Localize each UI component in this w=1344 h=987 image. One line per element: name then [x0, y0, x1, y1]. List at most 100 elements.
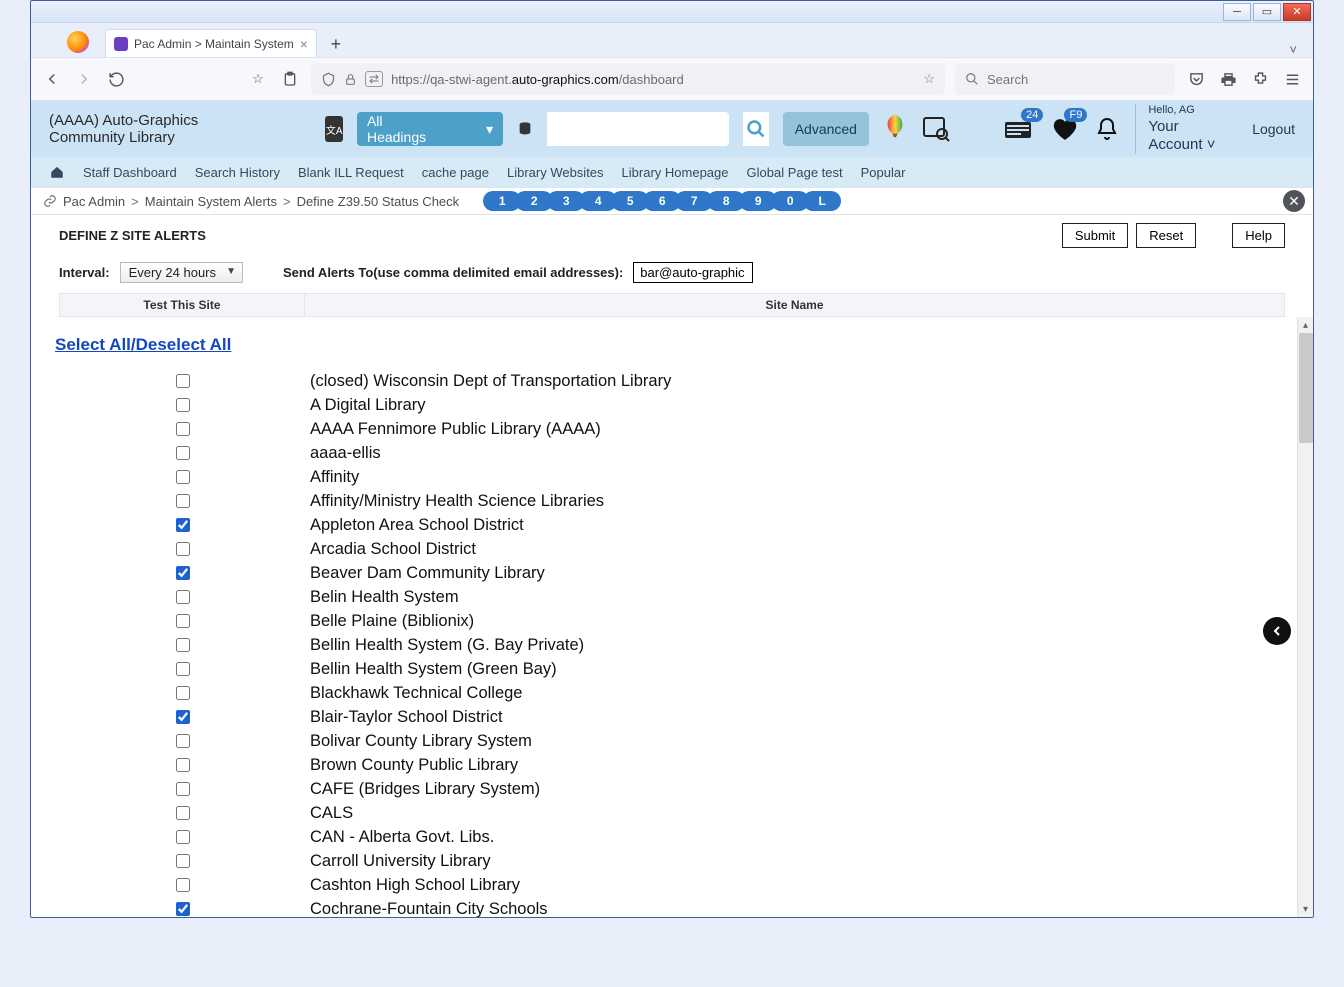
site-checkbox[interactable]	[176, 806, 190, 820]
browser-tab-active[interactable]: Pac Admin > Maintain System ×	[105, 29, 317, 57]
interval-select[interactable]: Every 24 hours	[120, 262, 243, 283]
clipboard-icon[interactable]	[279, 71, 301, 87]
table-row: Appleton Area School District	[55, 513, 1289, 537]
search-icon	[965, 72, 979, 86]
url-bar[interactable]: ⇄ https://qa-stwi-agent.auto-graphics.co…	[311, 63, 945, 95]
nav-link[interactable]: Blank ILL Request	[298, 165, 404, 180]
logout-link[interactable]: Logout	[1252, 121, 1295, 137]
bookmark-star-icon[interactable]: ☆	[923, 71, 935, 87]
reload-button[interactable]	[105, 71, 127, 88]
table-row: (closed) Wisconsin Dept of Transportatio…	[55, 369, 1289, 393]
advanced-search-button[interactable]: Advanced	[783, 112, 869, 146]
favorites-icon[interactable]: F9	[1051, 114, 1079, 144]
site-checkbox[interactable]	[176, 854, 190, 868]
site-name: Blackhawk Technical College	[310, 684, 522, 703]
site-checkbox[interactable]	[176, 374, 190, 388]
help-button[interactable]: Help	[1232, 223, 1285, 248]
table-row: AAAA Fennimore Public Library (AAAA)	[55, 417, 1289, 441]
window-maximize-button[interactable]: ▭	[1253, 3, 1281, 21]
site-name: CALS	[310, 804, 353, 823]
scroll-up-icon[interactable]: ▴	[1298, 317, 1313, 333]
back-button[interactable]	[41, 70, 63, 88]
site-checkbox[interactable]	[176, 734, 190, 748]
new-tab-button[interactable]: +	[323, 31, 349, 57]
browser-search-box[interactable]	[955, 63, 1175, 95]
language-icon[interactable]: 文A	[325, 116, 343, 142]
nav-link[interactable]: Library Homepage	[622, 165, 729, 180]
forward-button[interactable]	[73, 70, 95, 88]
app-search-button[interactable]	[743, 112, 769, 146]
window-minimize-button[interactable]: ─	[1223, 3, 1251, 21]
site-checkbox[interactable]	[176, 830, 190, 844]
site-checkbox[interactable]	[176, 446, 190, 460]
print-icon[interactable]	[1217, 71, 1239, 88]
table-row: aaaa-ellis	[55, 441, 1289, 465]
site-checkbox[interactable]	[176, 662, 190, 676]
home-icon[interactable]	[49, 165, 65, 179]
balloon-icon[interactable]	[883, 114, 906, 144]
site-checkbox[interactable]	[176, 542, 190, 556]
library-name: (AAAA) Auto-Graphics Community Library	[49, 112, 237, 146]
breadcrumb-item[interactable]: Maintain System Alerts	[145, 194, 277, 209]
scroll-thumb[interactable]	[1299, 333, 1313, 443]
table-row: CALS	[55, 801, 1289, 825]
tab-close-icon[interactable]: ×	[300, 37, 308, 51]
account-menu[interactable]: Hello, AG Your Account ˅	[1135, 104, 1226, 153]
site-checkbox[interactable]	[176, 758, 190, 772]
select-all-link[interactable]: Select All/Deselect All	[55, 335, 231, 355]
headings-dropdown[interactable]: All Headings ▾	[357, 112, 503, 146]
collapse-sidebar-button[interactable]	[1263, 617, 1291, 645]
tab-history-button[interactable]: ˅	[1289, 42, 1305, 57]
site-checkbox[interactable]	[176, 398, 190, 412]
step-pill[interactable]: L	[803, 191, 841, 211]
vertical-scrollbar[interactable]: ▴ ▾	[1297, 317, 1313, 917]
step-pills: 1234567890L	[483, 191, 841, 211]
pocket-icon[interactable]	[1185, 71, 1207, 88]
notifications-icon[interactable]	[1095, 114, 1119, 144]
reset-button[interactable]: Reset	[1136, 223, 1196, 248]
scroll-down-icon[interactable]: ▾	[1298, 901, 1313, 917]
admin-search-icon[interactable]	[922, 114, 950, 144]
database-icon[interactable]	[517, 120, 533, 138]
table-row: CAN - Alberta Govt. Libs.	[55, 825, 1289, 849]
send-alerts-input[interactable]	[633, 262, 753, 283]
nav-link[interactable]: Popular	[861, 165, 906, 180]
site-checkbox[interactable]	[176, 422, 190, 436]
site-checkbox[interactable]	[176, 590, 190, 604]
breadcrumb-item[interactable]: Define Z39.50 Status Check	[297, 194, 460, 209]
app-search-input[interactable]	[557, 121, 719, 137]
lists-icon[interactable]: 24	[1005, 114, 1035, 144]
nav-link[interactable]: Global Page test	[747, 165, 843, 180]
close-panel-button[interactable]: ✕	[1283, 190, 1305, 212]
site-checkbox[interactable]	[176, 710, 190, 724]
site-checkbox[interactable]	[176, 566, 190, 580]
window-close-button[interactable]: ✕	[1283, 3, 1311, 21]
chevron-down-icon: ▾	[486, 121, 493, 138]
site-checkbox[interactable]	[176, 686, 190, 700]
site-name: aaaa-ellis	[310, 444, 381, 463]
site-checkbox[interactable]	[176, 902, 190, 916]
window-titlebar: ─ ▭ ✕	[31, 1, 1313, 23]
site-checkbox[interactable]	[176, 494, 190, 508]
breadcrumb-item[interactable]: Pac Admin	[63, 194, 125, 209]
headings-label: All Headings	[367, 113, 426, 145]
site-checkbox[interactable]	[176, 782, 190, 796]
nav-link[interactable]: Search History	[195, 165, 280, 180]
nav-link[interactable]: cache page	[422, 165, 489, 180]
nav-link[interactable]: Library Websites	[507, 165, 604, 180]
site-checkbox[interactable]	[176, 518, 190, 532]
nav-link[interactable]: Staff Dashboard	[83, 165, 177, 180]
site-checkbox[interactable]	[176, 878, 190, 892]
site-checkbox[interactable]	[176, 638, 190, 652]
site-name: Affinity	[310, 468, 359, 487]
extensions-icon[interactable]	[1249, 71, 1271, 88]
hamburger-menu-icon[interactable]	[1281, 71, 1303, 88]
site-checkbox[interactable]	[176, 614, 190, 628]
section-title: DEFINE Z SITE ALERTS	[59, 228, 206, 243]
submit-button[interactable]: Submit	[1062, 223, 1128, 248]
app-header: (AAAA) Auto-Graphics Community Library 文…	[31, 101, 1313, 157]
browser-search-input[interactable]	[987, 72, 1165, 87]
site-checkbox[interactable]	[176, 470, 190, 484]
tab-favicon-icon	[114, 37, 128, 51]
pick-element-icon[interactable]: ☆	[247, 71, 269, 87]
